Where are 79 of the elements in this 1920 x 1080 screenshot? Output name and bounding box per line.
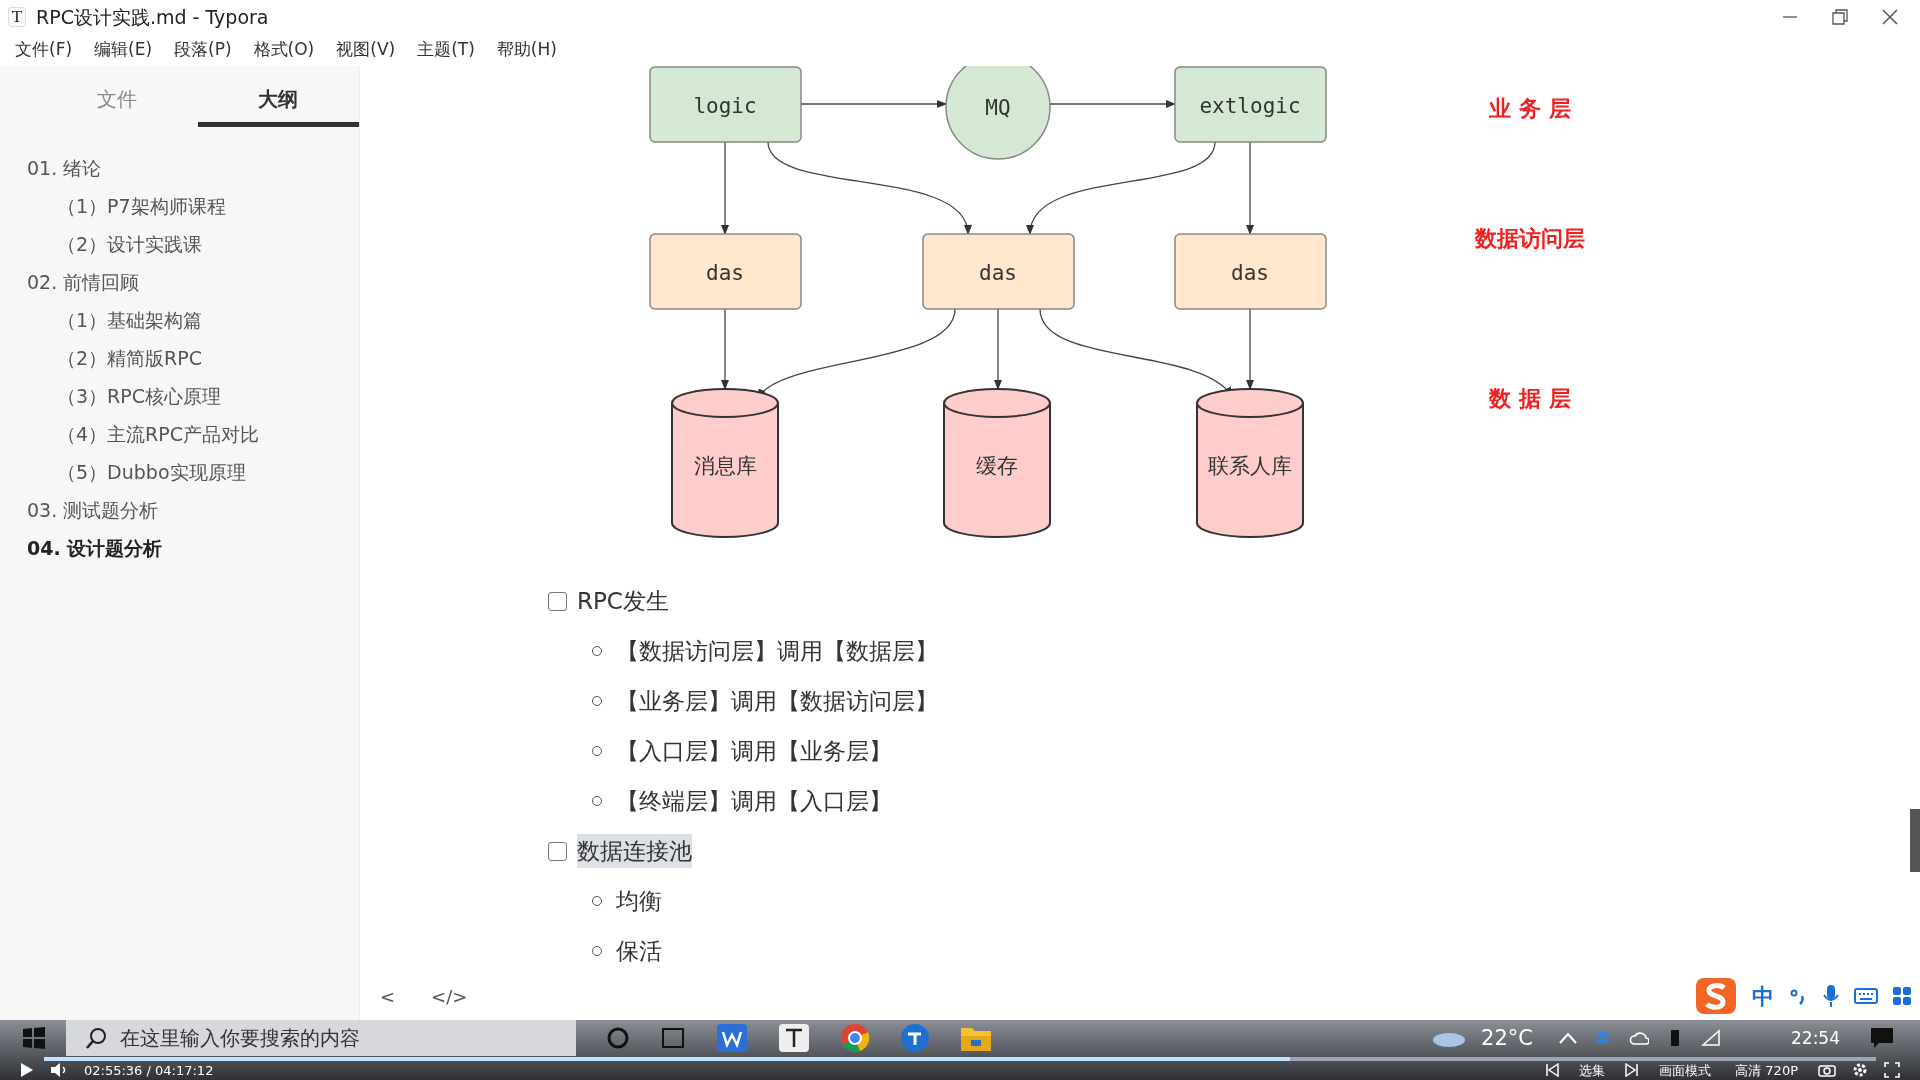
- close-icon[interactable]: [1882, 9, 1898, 25]
- sidebar-tab[interactable]: 大纲: [197, 84, 359, 127]
- menu-item[interactable]: 视图(V): [325, 34, 407, 66]
- outline-item[interactable]: 02. 前情回顾: [27, 263, 359, 301]
- outline-item[interactable]: （2）设计实践课: [27, 225, 359, 263]
- cloud-icon[interactable]: [1629, 1029, 1649, 1048]
- task-label: RPC发生: [577, 586, 669, 616]
- node-label: 联系人库: [1208, 454, 1292, 478]
- outline-item[interactable]: （3）RPC核心原理: [27, 377, 359, 415]
- list-item: 【数据访问层】调用【数据层】: [616, 636, 938, 666]
- grid-icon[interactable]: [1892, 986, 1912, 1006]
- windows-icon[interactable]: [22, 1026, 46, 1051]
- list-item: 均衡: [616, 886, 662, 916]
- menu-item[interactable]: 主题(T): [406, 34, 486, 66]
- chevron-up-icon[interactable]: [1559, 1032, 1577, 1045]
- node-label: extlogic: [1199, 94, 1301, 118]
- text-app-icon[interactable]: [778, 1023, 810, 1054]
- list-item: 【业务层】调用【数据访问层】: [616, 686, 938, 716]
- playback-time: 02:55:36 / 04:17:12: [84, 1061, 214, 1080]
- node-label: 消息库: [693, 454, 757, 478]
- ime-mode[interactable]: 中: [1752, 979, 1774, 1013]
- notification-icon[interactable]: [1870, 1027, 1894, 1050]
- list-item: 保活: [616, 936, 662, 966]
- menu-item[interactable]: 格式(O): [242, 34, 326, 66]
- menu-item[interactable]: 帮助(H): [485, 34, 568, 66]
- outline-item[interactable]: 04. 设计题分析: [27, 529, 359, 567]
- node-label: MQ: [985, 96, 1011, 120]
- layer-label: 数据访问层: [1475, 226, 1585, 251]
- outline-item[interactable]: 01. 绪论: [27, 149, 359, 187]
- app-icon[interactable]: [900, 1023, 930, 1054]
- settings-icon[interactable]: [1852, 1062, 1868, 1079]
- menu-item[interactable]: 段落(P): [163, 34, 243, 66]
- keyboard-icon[interactable]: [1854, 987, 1878, 1005]
- fullscreen-icon[interactable]: [1884, 1062, 1900, 1079]
- microphone-icon[interactable]: [1822, 984, 1840, 1008]
- outline-item[interactable]: （2）精简版RPC: [27, 339, 359, 377]
- circle-icon[interactable]: [606, 1026, 630, 1051]
- next-icon[interactable]: [1625, 1063, 1640, 1078]
- outline-item[interactable]: （5）Dubbo实现原理: [27, 453, 359, 491]
- list-item: 【入口层】调用【业务层】: [616, 736, 892, 766]
- app-icon: T: [8, 7, 26, 27]
- task-view-icon[interactable]: [660, 1026, 686, 1051]
- task-checkbox[interactable]: [548, 841, 567, 861]
- node-label: das: [706, 261, 744, 285]
- previous-icon[interactable]: [1545, 1063, 1560, 1078]
- menu-item[interactable]: 文件(F): [4, 34, 84, 66]
- outline-item[interactable]: （4）主流RPC产品对比: [27, 415, 359, 453]
- volume-icon[interactable]: [50, 1062, 68, 1079]
- outline-item[interactable]: （1）基础架构篇: [27, 301, 359, 339]
- player-button[interactable]: 选集: [1575, 1060, 1610, 1080]
- search-field[interactable]: 在这里输入你要搜索的内容: [66, 1020, 576, 1057]
- outline-item[interactable]: （1）P7架构师课程: [27, 187, 359, 225]
- scrollbar-thumb[interactable]: [1910, 809, 1920, 872]
- player-button[interactable]: 高清 720P: [1731, 1060, 1802, 1080]
- play-icon[interactable]: [20, 1062, 34, 1079]
- player-button[interactable]: 画面模式: [1655, 1060, 1716, 1080]
- restore-icon[interactable]: [1832, 9, 1848, 25]
- layer-label: 业 务 层: [1489, 96, 1571, 121]
- layer-label: 数 据 层: [1489, 386, 1571, 411]
- node-label: das: [979, 261, 1017, 285]
- footer-button[interactable]: </>: [425, 983, 474, 1010]
- search-icon: [86, 1027, 108, 1050]
- node-label: logic: [693, 94, 757, 118]
- ime-logo-icon[interactable]: [1694, 976, 1738, 1016]
- footer-button[interactable]: <: [374, 983, 402, 1010]
- node-label: das: [1231, 261, 1269, 285]
- outline-item[interactable]: 03. 测试题分析: [27, 491, 359, 529]
- list-item: 【终端层】调用【入口层】: [616, 786, 892, 816]
- task-checkbox[interactable]: [548, 591, 567, 611]
- clock: 22:54: [1791, 1026, 1840, 1050]
- camera-icon[interactable]: [1818, 1063, 1836, 1078]
- browser-icon[interactable]: [840, 1023, 870, 1054]
- node-label: 缓存: [976, 454, 1018, 478]
- weather-text: 22°C: [1481, 1024, 1533, 1052]
- window-title: RPC设计实践.md - Typora: [36, 4, 269, 30]
- task-label: 数据连接池: [577, 833, 692, 869]
- document-app-icon[interactable]: [716, 1023, 748, 1054]
- progress-track[interactable]: [44, 1056, 1876, 1061]
- menu-item[interactable]: 编辑(E): [83, 34, 164, 66]
